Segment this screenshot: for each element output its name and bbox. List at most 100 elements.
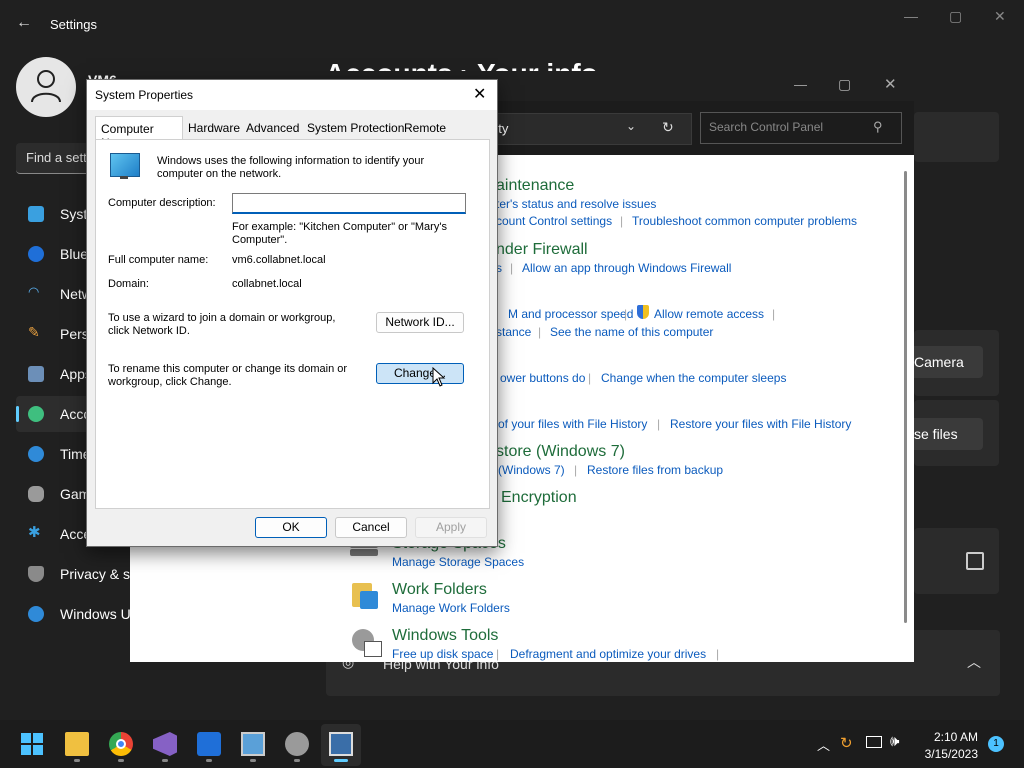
uac-shield-icon	[637, 305, 649, 319]
category-link[interactable]: ter's status and resolve issues	[496, 197, 656, 211]
example-text: For example: "Kitchen Computer" or "Mary…	[232, 221, 447, 246]
category-link[interactable]: ower buttons do	[500, 371, 585, 385]
active-indicator	[334, 759, 348, 762]
search-icon: ⚲	[873, 119, 883, 134]
brush-icon: ✎	[28, 324, 40, 340]
sync-icon[interactable]: ↻	[840, 734, 853, 752]
volume-icon[interactable]: 🕪	[890, 733, 899, 750]
chrome-icon[interactable]	[109, 732, 133, 756]
category-link[interactable]: Defragment and optimize your drives	[510, 647, 706, 661]
search-control-panel-input[interactable]: Search Control Panel ⚲	[700, 112, 902, 144]
chevron-down-icon[interactable]: ⌄	[626, 119, 636, 133]
category-link[interactable]: Change when the computer sleeps	[601, 371, 786, 385]
mouse-cursor-icon	[432, 367, 446, 387]
category-link[interactable]: Allow an app through Windows Firewall	[522, 261, 731, 275]
monitor-icon	[28, 206, 44, 222]
category-link[interactable]: stance	[496, 325, 531, 339]
running-indicator	[250, 759, 256, 762]
system-properties-dialog: System Properties ✕ Computer Name Hardwa…	[86, 79, 498, 547]
category-link[interactable]: Restore files from backup	[587, 463, 723, 477]
close-icon[interactable]: ✕	[473, 84, 486, 104]
tab-advanced[interactable]: Advanced	[246, 118, 299, 138]
domain-label: Domain:	[108, 278, 149, 290]
cancel-button[interactable]: Cancel	[335, 517, 407, 538]
network-icon[interactable]	[866, 736, 882, 748]
gamepad-icon	[28, 486, 44, 502]
camera-button[interactable]: Camera	[905, 346, 983, 378]
back-arrow-icon[interactable]: ←	[16, 14, 32, 32]
scrollbar[interactable]	[904, 171, 907, 623]
file-explorer-icon[interactable]	[65, 732, 89, 756]
category-link[interactable]: Allow remote access	[654, 307, 764, 321]
start-icon[interactable]	[21, 733, 43, 755]
chevron-up-icon[interactable]: ︿	[967, 652, 981, 672]
computer-description-input[interactable]	[232, 193, 466, 214]
tab-remote[interactable]: Remote	[404, 118, 446, 138]
category-link[interactable]: Manage Storage Spaces	[392, 555, 524, 569]
settings-card	[914, 112, 999, 162]
category-title[interactable]: Work Folders	[392, 581, 487, 599]
running-indicator	[74, 759, 80, 762]
category-link[interactable]: Manage Work Folders	[392, 601, 510, 615]
category-title[interactable]: aintenance	[496, 177, 574, 195]
network-id-button[interactable]: Network ID...	[376, 312, 464, 333]
domain-value: collabnet.local	[232, 278, 302, 290]
computer-name-panel: Windows uses the following information t…	[95, 139, 490, 509]
gear-icon[interactable]	[285, 732, 309, 756]
computer-icon	[110, 153, 140, 177]
minimize-icon[interactable]: —	[794, 77, 807, 92]
refresh-icon[interactable]: ↻	[662, 119, 674, 136]
tab-computer-name[interactable]: Computer Name	[95, 116, 183, 150]
dialog-titlebar: System Properties ✕	[87, 80, 497, 110]
category-link[interactable]: Restore your files with File History	[670, 417, 851, 431]
windows-tools-icon	[350, 627, 382, 657]
system-clock[interactable]: 2:10 AM 3/15/2023	[920, 730, 978, 761]
work-folders-icon	[352, 581, 380, 611]
close-icon[interactable]: ✕	[994, 8, 1006, 25]
clock-date: 3/15/2023	[924, 747, 978, 761]
ok-button[interactable]: OK	[255, 517, 327, 538]
shield-icon	[28, 566, 44, 582]
category-link[interactable]: (Windows 7)	[498, 463, 565, 477]
category-link[interactable]: count Control settings	[496, 214, 612, 228]
clock-time: 2:10 AM	[933, 730, 978, 744]
category-link[interactable]: See the name of this computer	[550, 325, 713, 339]
category-title[interactable]: store (Windows 7)	[496, 443, 625, 461]
category-link[interactable]: M and processor speed	[508, 307, 633, 321]
person-icon	[28, 406, 44, 422]
category-link[interactable]: of your files with File History	[498, 417, 647, 431]
open-external-icon[interactable]	[966, 552, 984, 570]
update-icon	[28, 606, 44, 622]
change-instructions: To rename this computer or change its do…	[108, 363, 348, 388]
chevron-up-icon[interactable]: ︿	[817, 735, 830, 754]
tab-hardware[interactable]: Hardware	[188, 118, 240, 138]
separator: |	[772, 307, 776, 321]
system-properties-icon[interactable]	[329, 732, 353, 756]
category-link[interactable]: Free up disk space	[392, 647, 493, 661]
notification-badge[interactable]: 1	[988, 736, 1004, 752]
settings-title: Settings	[50, 17, 97, 32]
running-indicator	[118, 759, 124, 762]
separator: |	[496, 647, 500, 661]
computer-icon-stand	[120, 176, 128, 179]
separator: |	[657, 417, 661, 431]
browse-files-button[interactable]: se files	[905, 418, 983, 450]
maximize-icon[interactable]: ▢	[949, 8, 962, 25]
minimize-icon[interactable]: —	[904, 8, 918, 24]
maximize-icon[interactable]: ▢	[838, 76, 851, 93]
separator: |	[588, 371, 592, 385]
tab-system-protection[interactable]: System Protection	[307, 118, 404, 138]
category-title[interactable]: nder Firewall	[496, 241, 588, 259]
category-title[interactable]: Encryption	[501, 489, 577, 507]
apply-button[interactable]: Apply	[415, 517, 487, 538]
close-icon[interactable]: ✕	[884, 75, 897, 93]
category-title[interactable]: Windows Tools	[392, 627, 498, 645]
dialog-title: System Properties	[95, 88, 194, 102]
running-indicator	[294, 759, 300, 762]
separator: |	[620, 214, 624, 228]
separator: |	[624, 307, 628, 321]
control-panel-icon[interactable]	[241, 732, 265, 756]
category-link[interactable]: Troubleshoot common computer problems	[632, 214, 857, 228]
change-button[interactable]: Change...	[376, 363, 464, 384]
app-icon[interactable]	[197, 732, 221, 756]
